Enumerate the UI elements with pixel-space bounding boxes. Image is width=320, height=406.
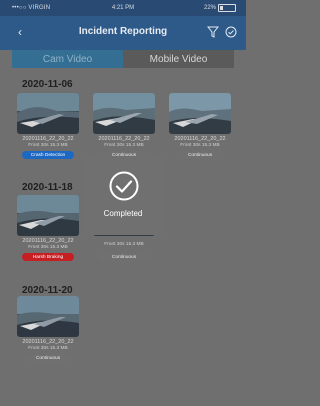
video-filename: 20201116_22_20_22	[98, 136, 150, 142]
battery-percent: 22%	[203, 5, 216, 11]
section-date: 2020-11-20	[22, 285, 73, 296]
status-badge: Continuous	[98, 253, 150, 261]
filter-icon	[206, 26, 220, 38]
video-meta: Front 30s 15.3 MB	[104, 242, 144, 247]
video-meta: Front 30s 15.3 MB	[104, 143, 144, 148]
video-card[interactable]: 20201116_22_20_22 Front 30s 15.3 MB Cras…	[17, 93, 79, 163]
video-thumbnail[interactable]	[169, 93, 231, 134]
video-meta: Front 30s 15.3 MB	[180, 143, 220, 148]
video-filename: 20201116_22_20_22	[174, 136, 226, 142]
video-thumbnail[interactable]	[17, 93, 79, 134]
header-actions	[206, 25, 237, 38]
video-thumbnail[interactable]	[17, 195, 79, 236]
toast-label: Completed	[103, 209, 143, 218]
battery-area: 22%	[204, 4, 236, 12]
video-filename: 20201116_22_20_22	[22, 339, 74, 345]
status-badge: Continuous	[174, 151, 226, 159]
video-filename: 20201116_22_20_22	[22, 136, 74, 142]
section-date: 2020-11-18	[22, 182, 73, 193]
check-circle-button[interactable]	[225, 25, 237, 38]
video-card[interactable]: 20201116_22_20_22 Front 30s 15.3 MB Cont…	[17, 296, 79, 366]
status-bar: •••○○ VIRGIN 4:21 PM 22%	[0, 0, 246, 16]
tab-mobile-video[interactable]: Mobile Video	[123, 50, 234, 68]
video-card[interactable]: 20201116_22_20_22 Front 30s 15.3 MB Hars…	[17, 195, 79, 265]
check-circle-icon	[225, 26, 237, 38]
video-thumbnail[interactable]	[93, 93, 155, 134]
app-screen: •••○○ VIRGIN 4:21 PM 22% ‹ Incident Repo…	[0, 0, 246, 406]
video-tabs: Cam Video Mobile Video	[12, 50, 234, 68]
video-meta: Front 30s 15.3 MB	[28, 245, 68, 250]
checkmark-icon	[109, 171, 139, 201]
video-card[interactable]: 20201116_22_20_22 Front 30s 15.3 MB Cont…	[93, 93, 155, 163]
video-card[interactable]: 20201116_22_20_22 Front 30s 15.3 MB Cont…	[169, 93, 231, 163]
status-badge: Continuous	[22, 354, 74, 362]
status-badge: Harsh Braking	[22, 253, 74, 261]
battery-icon	[218, 4, 236, 12]
video-meta: Front 30s 15.3 MB	[28, 346, 68, 351]
video-filename: 20201116_22_20_22	[22, 238, 74, 244]
completion-toast: Completed	[82, 157, 164, 235]
video-meta: Front 30s 15.3 MB	[28, 143, 68, 148]
top-header: ‹ Incident Reporting	[0, 16, 246, 50]
tab-cam-video[interactable]: Cam Video	[12, 50, 123, 68]
section-date: 2020-11-06	[22, 79, 73, 90]
filter-button[interactable]	[206, 25, 220, 38]
status-badge: Crash Detection	[22, 151, 74, 159]
video-thumbnail[interactable]	[17, 296, 79, 337]
